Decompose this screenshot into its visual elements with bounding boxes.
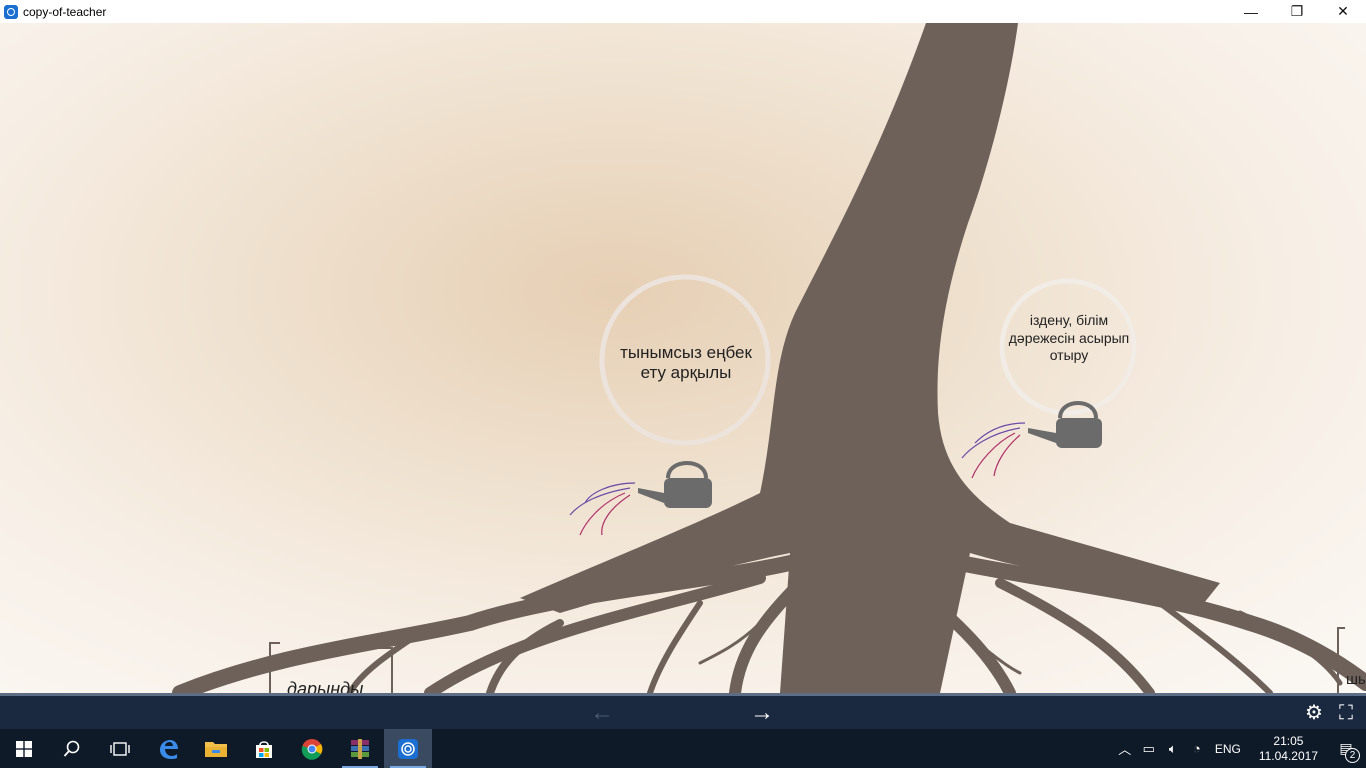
restore-button[interactable]: ❐ (1274, 0, 1320, 23)
wifi-icon[interactable]: ◔ (1185, 741, 1209, 756)
windows-icon (16, 740, 32, 757)
taskbar-app-edge[interactable] (144, 729, 192, 768)
prezi-app-icon (4, 4, 18, 19)
presentation-control-bar: ← → ⚙ ⛶ (0, 693, 1366, 729)
taskbar-app-winrar[interactable] (336, 729, 384, 768)
next-step-button[interactable]: → (750, 700, 774, 726)
task-view-button[interactable] (96, 729, 144, 768)
windows-taskbar: ︿ ▭ 🔈︎ ◔ ENG 21:05 11.04.2017 ▤ 2 (0, 729, 1366, 768)
clock-date: 11.04.2017 (1258, 748, 1318, 763)
clock[interactable]: 21:05 11.04.2017 (1259, 734, 1318, 764)
fullscreen-icon[interactable]: ⛶ (1334, 701, 1358, 725)
taskbar-app-file-explorer[interactable] (192, 729, 240, 768)
clock-time: 21:05 (1273, 733, 1304, 748)
window-title: copy-of-teacher (23, 4, 107, 19)
action-center-button[interactable]: ▤ 2 (1326, 740, 1366, 763)
battery-icon[interactable]: ▭ (1137, 741, 1161, 757)
winrar-icon (351, 738, 369, 759)
taskbar-app-store[interactable] (240, 729, 288, 768)
water-stream-2 (961, 422, 1026, 479)
start-button[interactable] (0, 729, 48, 768)
volume-icon[interactable]: 🔈︎ (1161, 741, 1185, 757)
minimize-button[interactable]: — (1228, 0, 1274, 23)
file-explorer-icon (205, 741, 227, 757)
show-hidden-icons-chevron-up-icon[interactable]: ︿ (1113, 739, 1137, 758)
prezi-icon (398, 738, 418, 759)
bottom-left-text: дарынды (287, 679, 364, 693)
window-controls: — ❐ ✕ (1228, 0, 1366, 23)
language-indicator[interactable]: ENG (1215, 742, 1241, 756)
watering-can-1 (638, 461, 712, 508)
watering-can-2 (1028, 401, 1102, 448)
store-icon (256, 740, 272, 758)
taskbar-app-chrome[interactable] (288, 729, 336, 768)
settings-gear-icon[interactable]: ⚙ (1302, 701, 1326, 725)
system-tray: ︿ ▭ 🔈︎ ◔ ENG 21:05 11.04.2017 ▤ 2 (1113, 729, 1366, 768)
task-view-icon (110, 741, 130, 756)
taskbar-app-prezi[interactable] (384, 729, 432, 768)
search-icon (63, 740, 80, 757)
presentation-canvas[interactable]: тынымсыз еңбек ету арқылы іздену, білім … (0, 23, 1366, 693)
window-title-bar: copy-of-teacher — ❐ ✕ (0, 0, 1366, 23)
close-button[interactable]: ✕ (1320, 0, 1366, 23)
search-button[interactable] (48, 729, 96, 768)
edge-icon (160, 739, 178, 759)
chrome-icon (301, 738, 323, 760)
circle-1-text[interactable]: тынымсыз еңбек ету арқылы (606, 343, 766, 383)
bottom-right-text: шы (1346, 671, 1366, 688)
previous-step-button[interactable]: ← (590, 700, 614, 726)
circle-2-text[interactable]: іздену, білім дәрежесін асырып отыру (1005, 312, 1133, 365)
notification-count-badge: 2 (1345, 748, 1360, 763)
water-stream-1 (569, 482, 636, 536)
